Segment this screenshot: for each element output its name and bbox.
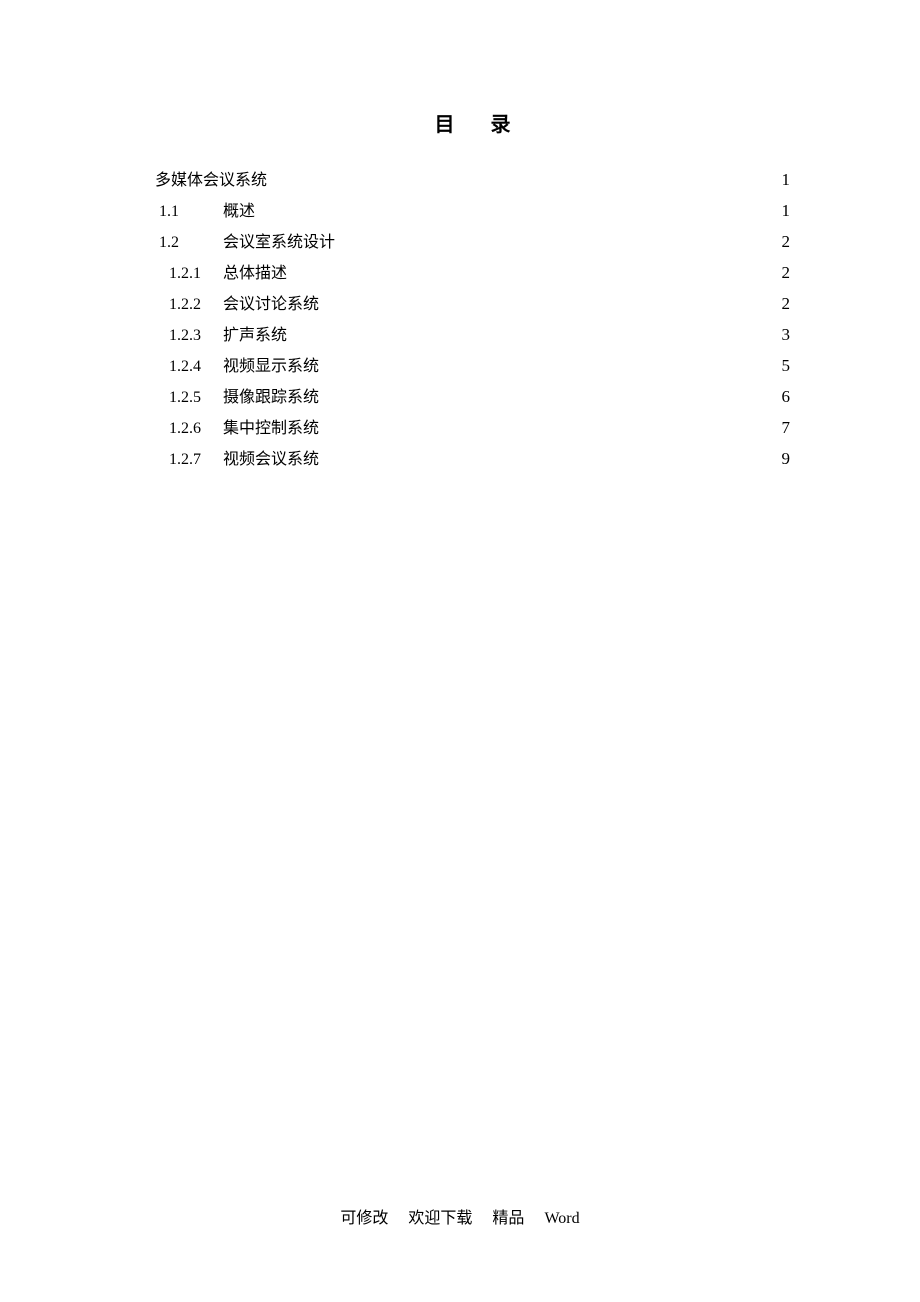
- toc-row: 1.2.3扩声系统 3: [155, 320, 790, 351]
- toc-page-number: 2: [782, 258, 791, 288]
- footer-segment: 精品: [492, 1210, 524, 1227]
- toc-page-number: 9: [782, 444, 791, 474]
- footer-segment: Word: [544, 1210, 579, 1227]
- toc-row: 1.2.5摄像跟踪系统 6: [155, 382, 790, 413]
- toc-row-left: 1.2.5摄像跟踪系统: [155, 383, 319, 413]
- toc-label: 摄像跟踪系统: [223, 383, 319, 413]
- toc-label: 概述: [223, 197, 255, 227]
- toc-row: 1.2.2会议讨论系统 2: [155, 289, 790, 320]
- toc-page-number: 7: [782, 413, 791, 443]
- toc-row-left: 1.1概述: [155, 197, 255, 227]
- toc-label: 视频会议系统: [223, 445, 319, 475]
- footer-segment: 可修改: [340, 1210, 388, 1227]
- toc-row-left: 1.2.3扩声系统: [155, 321, 287, 351]
- toc-page-number: 2: [782, 289, 791, 319]
- toc-label: 会议讨论系统: [223, 290, 319, 320]
- page-container: 目录 多媒体会议系统11.1概述11.2会议室系统设计21.2.1总体描述21.…: [0, 0, 920, 475]
- toc-label: 多媒体会议系统: [155, 166, 267, 196]
- toc-label: 视频显示系统: [223, 352, 319, 382]
- toc-number: 1.2: [155, 228, 223, 258]
- toc-page-number: 1: [782, 196, 791, 226]
- toc-row-left: 1.2会议室系统设计: [155, 228, 335, 258]
- toc-number: 1.2.5: [155, 383, 223, 413]
- toc-row-left: 1.2.4视频显示系统: [155, 352, 319, 382]
- toc-label: 会议室系统设计: [223, 228, 335, 258]
- toc-row: 1.2.1总体描述 2: [155, 258, 790, 289]
- toc-page-number: 3: [782, 320, 791, 350]
- toc-label: 集中控制系统: [223, 414, 319, 444]
- toc-page-number: 5: [782, 351, 791, 381]
- toc-title: 目录: [155, 108, 790, 137]
- toc-row: 1.1概述 1: [155, 196, 790, 227]
- footer-segment: 欢迎下载: [408, 1210, 472, 1227]
- toc-label: 总体描述: [223, 259, 287, 289]
- toc-label: 扩声系统: [223, 321, 287, 351]
- toc-row-left: 1.2.6集中控制系统: [155, 414, 319, 444]
- toc-row-left: 1.2.1总体描述: [155, 259, 287, 289]
- toc-row: 1.2.4视频显示系统 5: [155, 351, 790, 382]
- toc-row-left: 1.2.7视频会议系统: [155, 445, 319, 475]
- toc-row: 1.2.6集中控制系统 7: [155, 413, 790, 444]
- toc-list: 多媒体会议系统11.1概述11.2会议室系统设计21.2.1总体描述21.2.2…: [155, 165, 790, 475]
- toc-number: 1.2.2: [155, 290, 223, 320]
- toc-page-number: 1: [782, 165, 791, 195]
- toc-number: 1.2.1: [155, 259, 223, 289]
- toc-row-left: 多媒体会议系统: [155, 166, 267, 196]
- footer: 可修改 欢迎下载 精品 Word: [0, 1204, 920, 1228]
- toc-row: 1.2会议室系统设计 2: [155, 227, 790, 258]
- toc-page-number: 2: [782, 227, 791, 257]
- toc-number: 1.2.4: [155, 352, 223, 382]
- toc-row: 1.2.7视频会议系统 9: [155, 444, 790, 475]
- toc-number: 1.2.3: [155, 321, 223, 351]
- toc-number: 1.1: [155, 197, 223, 227]
- toc-page-number: 6: [782, 382, 791, 412]
- toc-row-left: 1.2.2会议讨论系统: [155, 290, 319, 320]
- toc-number: 1.2.7: [155, 445, 223, 475]
- toc-number: 1.2.6: [155, 414, 223, 444]
- toc-row: 多媒体会议系统 1: [155, 165, 790, 196]
